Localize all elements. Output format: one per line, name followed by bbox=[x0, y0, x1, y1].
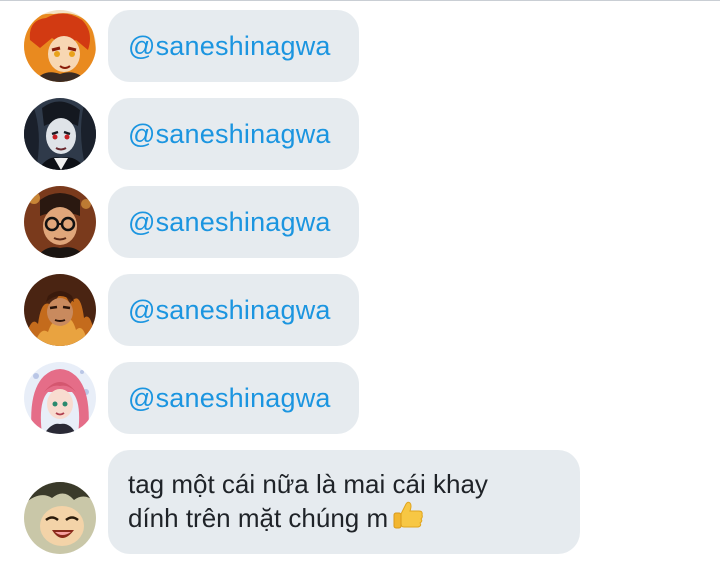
mention-link[interactable]: @saneshinagwa bbox=[128, 119, 331, 150]
avatar[interactable] bbox=[24, 274, 96, 346]
laughing-character-avatar bbox=[24, 482, 96, 554]
message-row: tag một cái nữa là mai cái khay dính trê… bbox=[24, 450, 580, 554]
red-hair-flame-avatar bbox=[24, 10, 96, 82]
avatar[interactable] bbox=[24, 482, 96, 554]
mention-link[interactable]: @saneshinagwa bbox=[128, 383, 331, 414]
mention-link[interactable]: @saneshinagwa bbox=[128, 31, 331, 62]
message-bubble[interactable]: @saneshinagwa bbox=[108, 10, 359, 82]
message-bubble[interactable]: @saneshinagwa bbox=[108, 98, 359, 170]
mention-link[interactable]: @saneshinagwa bbox=[128, 295, 331, 326]
message-row: @saneshinagwa bbox=[24, 362, 359, 434]
message-row: @saneshinagwa bbox=[24, 10, 359, 82]
avatar[interactable] bbox=[24, 98, 96, 170]
dark-hair-red-eyes-avatar bbox=[24, 98, 96, 170]
avatar[interactable] bbox=[24, 362, 96, 434]
avatar[interactable] bbox=[24, 186, 96, 258]
glasses-character-avatar bbox=[24, 186, 96, 258]
message-bubble[interactable]: @saneshinagwa bbox=[108, 362, 359, 434]
message-bubble[interactable]: @saneshinagwa bbox=[108, 274, 359, 346]
message-bubble[interactable]: @saneshinagwa bbox=[108, 186, 359, 258]
mention-link[interactable]: @saneshinagwa bbox=[128, 207, 331, 238]
message-row: @saneshinagwa bbox=[24, 274, 359, 346]
flame-character-avatar bbox=[24, 274, 96, 346]
message-row: @saneshinagwa bbox=[24, 98, 359, 170]
message-bubble[interactable]: tag một cái nữa là mai cái khay dính trê… bbox=[108, 450, 580, 554]
message-text-line: dính trên mặt chúng m bbox=[128, 501, 560, 539]
avatar[interactable] bbox=[24, 10, 96, 82]
pink-hair-avatar bbox=[24, 362, 96, 434]
message-text: dính trên mặt chúng m bbox=[128, 503, 389, 533]
thumbs-up-icon bbox=[392, 501, 424, 539]
message-row: @saneshinagwa bbox=[24, 186, 359, 258]
message-text-line: tag một cái nữa là mai cái khay bbox=[128, 469, 488, 499]
message-thread: @saneshinagwa @saneshinagwa @saneshinagw… bbox=[0, 0, 720, 567]
